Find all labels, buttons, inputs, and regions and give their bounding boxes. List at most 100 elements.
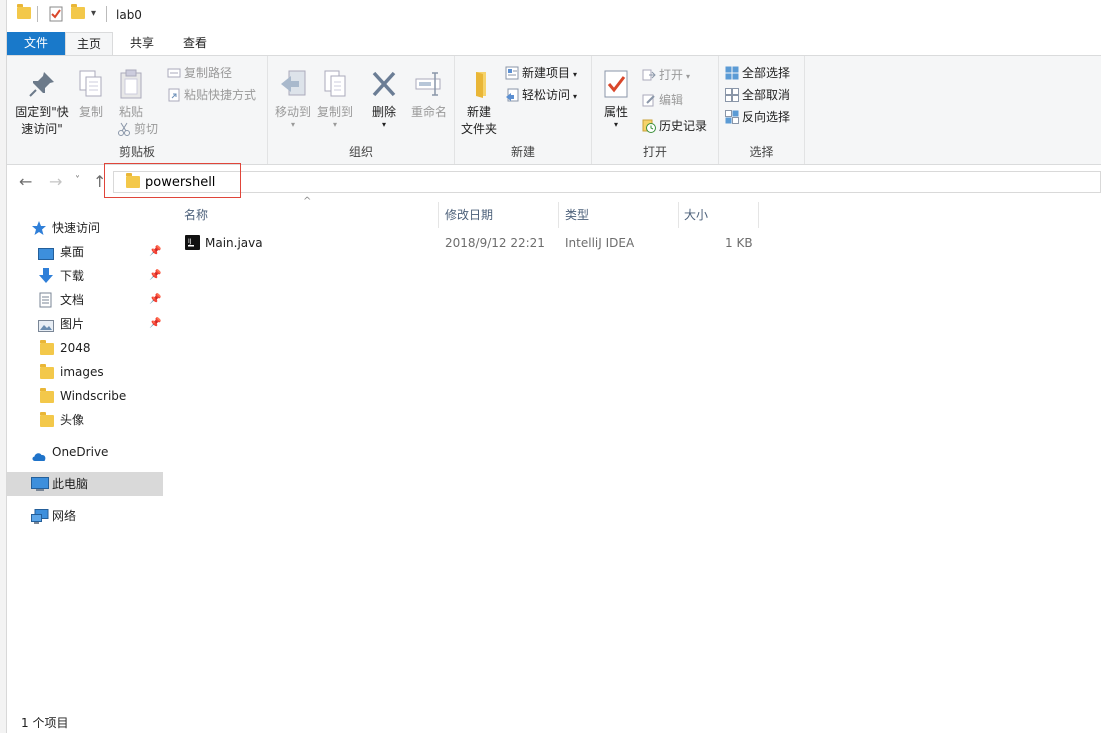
file-size: 1 KB: [725, 236, 753, 250]
new-folder-quick-icon[interactable]: [71, 4, 85, 19]
open-button[interactable]: 打开 ▾: [642, 65, 690, 85]
navigation-bar: ← → ˅ ↑ powershell: [7, 163, 1101, 198]
copy-to-icon: [319, 68, 351, 100]
status-bar: 1 个项目: [7, 710, 1101, 733]
tab-file[interactable]: 文件: [7, 32, 65, 56]
nav-network[interactable]: 网络: [7, 504, 163, 528]
background-window-strip: [0, 0, 7, 733]
edit-button[interactable]: 编辑: [642, 90, 683, 110]
pin-to-quick-access-button[interactable]: 固定到"快 速访问": [11, 68, 73, 138]
paste-icon: [115, 68, 147, 100]
new-folder-label-2: 文件夹: [460, 122, 497, 136]
column-divider[interactable]: [758, 202, 759, 228]
nav-item-label: 图片: [60, 317, 85, 331]
nav-item-downloads[interactable]: 下载 📌: [7, 264, 163, 288]
pin-icon[interactable]: 📌: [149, 288, 161, 312]
file-type: IntelliJ IDEA: [565, 236, 635, 250]
column-header-modified[interactable]: 修改日期: [445, 204, 555, 228]
pin-label-2: 速访问": [21, 122, 63, 136]
open-icon: [642, 68, 656, 82]
column-header-type[interactable]: 类型: [565, 204, 675, 228]
folder-icon: [40, 364, 56, 381]
properties-icon: [600, 68, 632, 100]
nav-item-avatar-folder[interactable]: 头像: [7, 408, 163, 432]
nav-this-pc[interactable]: 此电脑: [7, 472, 163, 496]
column-header-size[interactable]: 大小: [684, 204, 759, 228]
nav-item-label: 桌面: [60, 245, 85, 259]
delete-button[interactable]: 删除 ▾: [366, 68, 402, 129]
new-item-icon: [505, 66, 519, 80]
pin-icon[interactable]: 📌: [149, 312, 161, 336]
rename-button[interactable]: 重命名: [408, 68, 450, 121]
cloud-icon: [31, 446, 47, 461]
computer-icon: [31, 477, 49, 491]
title-bar: ▾ lab0: [7, 0, 1101, 32]
paste-button[interactable]: 粘贴: [113, 68, 149, 121]
tab-home[interactable]: 主页: [65, 32, 113, 56]
nav-quick-access[interactable]: 快速访问: [7, 216, 163, 240]
nav-item-windscribe[interactable]: Windscribe: [7, 384, 163, 408]
open-group-label: 打开: [642, 145, 667, 159]
pin-icon[interactable]: 📌: [149, 264, 161, 288]
paste-shortcut-button[interactable]: 粘贴快捷方式: [167, 85, 256, 105]
tab-share[interactable]: 共享: [117, 32, 167, 56]
folder-icon: [40, 388, 56, 405]
invert-selection-button[interactable]: 反向选择: [725, 107, 790, 127]
file-modified: 2018/9/12 22:21: [445, 236, 545, 250]
new-item-button[interactable]: 新建项目 ▾: [505, 63, 577, 83]
forward-arrow-icon[interactable]: →: [49, 172, 62, 191]
delete-x-icon: [368, 68, 400, 100]
column-header-name[interactable]: 名称: [184, 204, 434, 228]
cut-button[interactable]: 剪切: [117, 119, 158, 139]
new-group-label: 新建: [510, 145, 535, 159]
select-all-icon: [725, 66, 739, 80]
divider: [106, 6, 107, 22]
ribbon: 固定到"快 速访问" 复制 粘贴 复制路径 粘贴快捷方式 剪切 剪贴板 移动到 …: [7, 55, 1101, 165]
customize-quick-access-icon[interactable]: ▾: [91, 8, 96, 19]
new-item-label: 新建项目: [522, 66, 571, 80]
history-icon: [642, 119, 656, 133]
pin-label-1: 固定到"快: [15, 105, 69, 119]
download-icon: [38, 267, 54, 283]
easy-access-button[interactable]: 轻松访问 ▾: [505, 85, 577, 105]
clipboard-group-label: 剪贴板: [118, 145, 155, 159]
nav-item-2048[interactable]: 2048: [7, 336, 163, 360]
recent-locations-chevron-icon[interactable]: ˅: [75, 175, 80, 186]
copy-button[interactable]: 复制: [73, 68, 109, 121]
divider: [37, 6, 38, 22]
easy-access-label: 轻松访问: [522, 88, 571, 102]
address-bar[interactable]: powershell: [113, 171, 1101, 193]
organize-group-label: 组织: [348, 145, 373, 159]
nav-item-desktop[interactable]: 桌面 📌: [7, 240, 163, 264]
tab-view[interactable]: 查看: [170, 32, 220, 56]
history-button[interactable]: 历史记录: [642, 116, 707, 136]
nav-item-label: 2048: [60, 341, 91, 355]
file-row[interactable]: IJ Main.java 2018/9/12 22:21 IntelliJ ID…: [180, 232, 760, 254]
column-divider[interactable]: [558, 202, 559, 228]
network-icon: [31, 509, 49, 524]
column-divider[interactable]: [438, 202, 439, 228]
copy-path-icon: [167, 66, 181, 80]
copy-to-button[interactable]: 复制到 ▾: [315, 68, 355, 129]
item-count: 1 个项目: [21, 716, 69, 730]
nav-item-images[interactable]: images: [7, 360, 163, 384]
open-label: 打开: [659, 68, 684, 82]
new-folder-button[interactable]: 新建 文件夹: [459, 68, 499, 138]
navigation-pane: 快速访问 桌面 📌 下载 📌 文档 📌 图片 📌 2048 images Win…: [7, 200, 165, 712]
select-none-button[interactable]: 全部取消: [725, 85, 790, 105]
properties-button[interactable]: 属性 ▾: [596, 68, 636, 129]
select-all-button[interactable]: 全部选择: [725, 63, 790, 83]
nav-item-documents[interactable]: 文档 📌: [7, 288, 163, 312]
copy-icon: [75, 68, 107, 100]
nav-item-pictures[interactable]: 图片 📌: [7, 312, 163, 336]
cut-label: 剪切: [134, 122, 159, 136]
copy-path-button[interactable]: 复制路径: [167, 63, 232, 83]
nav-onedrive[interactable]: OneDrive: [7, 440, 163, 464]
properties-quick-icon[interactable]: [49, 6, 63, 25]
file-name[interactable]: Main.java: [205, 232, 263, 254]
move-to-label: 移动到: [274, 105, 311, 119]
back-arrow-icon[interactable]: ←: [19, 172, 32, 191]
move-to-button[interactable]: 移动到 ▾: [274, 68, 312, 129]
pin-icon[interactable]: 📌: [149, 240, 161, 264]
column-divider[interactable]: [678, 202, 679, 228]
